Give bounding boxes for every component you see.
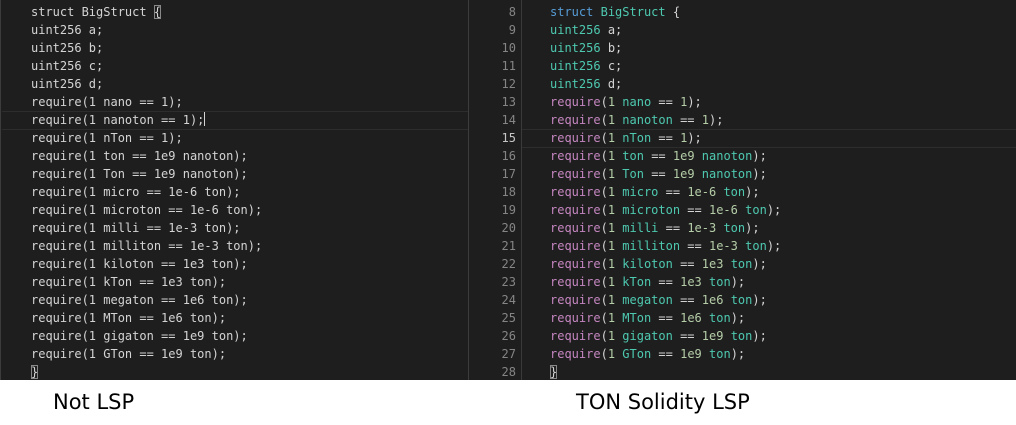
caption-ton-solidity-lsp: TON Solidity LSP: [576, 390, 750, 414]
line-number: 15: [501, 131, 516, 145]
line-number: 25: [501, 311, 516, 325]
code-line[interactable]: require(1 MTon == 1e6 ton);: [550, 309, 745, 327]
code-line[interactable]: uint256 a;: [31, 21, 103, 39]
code-line[interactable]: require(1 GTon == 1e9 ton);: [31, 345, 226, 363]
line-number: 13: [501, 95, 516, 109]
code-line[interactable]: require(1 nTon == 1);: [31, 129, 183, 147]
code-line[interactable]: require(1 milli == 1e-3 ton);: [31, 219, 241, 237]
code-line[interactable]: require(1 nano == 1);: [31, 93, 183, 111]
line-number: 21: [501, 239, 516, 253]
code-line[interactable]: }: [550, 363, 558, 380]
code-line[interactable]: uint256 b;: [31, 39, 103, 57]
code-line[interactable]: struct BigStruct {: [31, 3, 162, 21]
gutter-separator: [521, 0, 522, 380]
editor-pane-not-lsp[interactable]: struct BigStruct {uint256 a; uint256 b; ui…: [0, 0, 469, 380]
code-line[interactable]: require(1 kTon == 1e3 ton);: [550, 273, 745, 291]
text-cursor: [204, 112, 206, 126]
line-number: 18: [501, 185, 516, 199]
line-number: 11: [501, 59, 516, 73]
code-line[interactable]: require(1 milliton == 1e-3 ton);: [550, 237, 781, 255]
line-number: 9: [508, 23, 516, 37]
code-line[interactable]: require(1 milliton == 1e-3 ton);: [31, 237, 262, 255]
code-line[interactable]: require(1 megaton == 1e6 ton);: [550, 291, 767, 309]
code-line[interactable]: require(1 kiloton == 1e3 ton);: [550, 255, 767, 273]
code-line[interactable]: }: [31, 363, 39, 380]
code-line[interactable]: require(1 kTon == 1e3 ton);: [31, 273, 226, 291]
code-line[interactable]: require(1 gigaton == 1e9 ton);: [31, 327, 248, 345]
code-line[interactable]: struct BigStruct {: [550, 3, 680, 21]
line-number: 10: [501, 41, 516, 55]
editor-pane-lsp[interactable]: 8 9 10 11 12 13 14 15 16 17 18 19 20 21 22 23 24 25 26 27 28…: [469, 0, 1016, 380]
code-line[interactable]: require(1 ton == 1e9 nanoton);: [31, 147, 248, 165]
code-line[interactable]: require(1 Ton == 1e9 nanoton);: [31, 165, 248, 183]
code-line[interactable]: require(1 nano == 1);: [550, 93, 702, 111]
code-line[interactable]: uint256 d;: [550, 75, 622, 93]
matched-bracket: }: [550, 365, 558, 379]
line-number: 20: [501, 221, 516, 235]
code-line[interactable]: uint256 d;: [31, 75, 103, 93]
code-line[interactable]: uint256 c;: [31, 57, 103, 75]
code-line[interactable]: require(1 kiloton == 1e3 ton);: [31, 255, 248, 273]
line-number: 27: [501, 347, 516, 361]
line-number-gutter: 8 9 10 11 12 13 14 15 16 17 18 19 20 21 22 23 24 25 26 27 28: [469, 0, 521, 380]
code-line[interactable]: require(1 GTon == 1e9 ton);: [550, 345, 745, 363]
code-line[interactable]: require(1 microton == 1e-6 ton);: [31, 201, 262, 219]
line-number: 12: [501, 77, 516, 91]
line-number: 8: [508, 5, 516, 19]
code-line[interactable]: require(1 nanoton == 1);: [31, 111, 206, 129]
code-line[interactable]: require(1 micro == 1e-6 ton);: [550, 183, 760, 201]
code-line[interactable]: uint256 b;: [550, 39, 622, 57]
line-number: 19: [501, 203, 516, 217]
line-number: 14: [501, 113, 516, 127]
line-number: 28: [501, 365, 516, 379]
line-number: 22: [501, 257, 516, 271]
code-line[interactable]: require(1 micro == 1e-6 ton);: [31, 183, 241, 201]
code-line[interactable]: require(1 milli == 1e-3 ton);: [550, 219, 760, 237]
code-line[interactable]: require(1 Ton == 1e9 nanoton);: [550, 165, 767, 183]
code-line[interactable]: require(1 gigaton == 1e9 ton);: [550, 327, 767, 345]
code-line[interactable]: require(1 megaton == 1e6 ton);: [31, 291, 248, 309]
matched-bracket: }: [31, 365, 39, 379]
line-number: 23: [501, 275, 516, 289]
line-number: 26: [501, 329, 516, 343]
code-line[interactable]: require(1 nTon == 1);: [550, 129, 702, 147]
code-line[interactable]: uint256 a;: [550, 21, 622, 39]
code-line[interactable]: require(1 MTon == 1e6 ton);: [31, 309, 226, 327]
line-number: 16: [501, 149, 516, 163]
matched-bracket: {: [153, 5, 162, 19]
line-number: 24: [501, 293, 516, 307]
code-line[interactable]: require(1 microton == 1e-6 ton);: [550, 201, 781, 219]
caption-not-lsp: Not LSP: [53, 390, 135, 414]
line-number: 17: [501, 167, 516, 181]
code-line[interactable]: require(1 ton == 1e9 nanoton);: [550, 147, 767, 165]
code-line[interactable]: uint256 c;: [550, 57, 622, 75]
code-line[interactable]: require(1 nanoton == 1);: [550, 111, 723, 129]
